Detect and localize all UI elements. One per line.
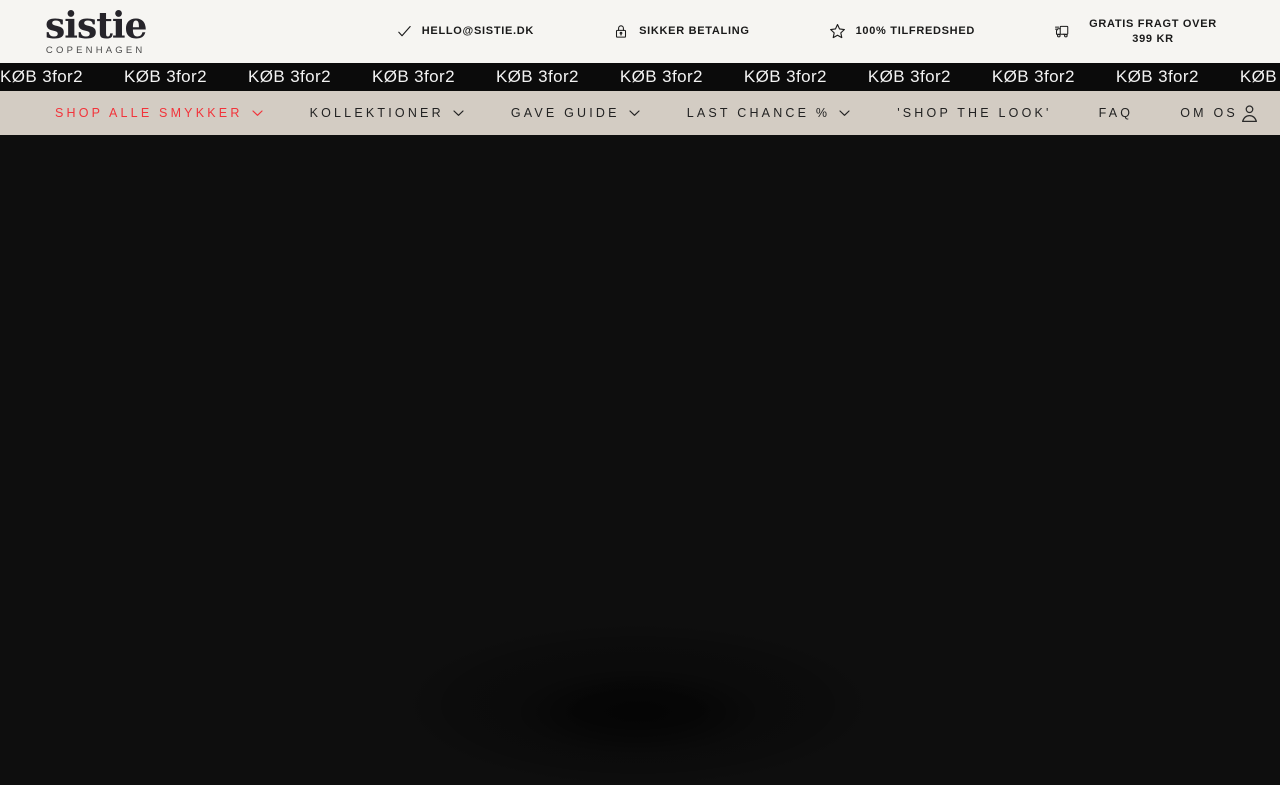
- promo-marquee-item: KØB 3for2: [619, 67, 703, 86]
- nav-item-shop-alle-smykker[interactable]: SHOP ALLE SMYKKER: [55, 106, 263, 120]
- nav-item-kollektioner[interactable]: KOLLEKTIONER: [310, 106, 464, 120]
- nav-item-faq[interactable]: FAQ: [1099, 106, 1134, 120]
- hero-image: [0, 135, 1280, 785]
- usp-item: GRATIS FRAGT OVER 399 KR: [1053, 17, 1224, 47]
- truck-icon: [1054, 25, 1069, 38]
- promo-marquee-item: KØB 3for2: [247, 67, 331, 86]
- checkmark-icon: [398, 25, 411, 37]
- logo-brand: sistie: [45, 4, 147, 47]
- content-below: [0, 785, 1280, 800]
- usp-label: 100% TILFREDSHED: [855, 25, 975, 38]
- page: sistie COPENHAGEN HELLO@SISTIE.DK SIKKER…: [0, 0, 1280, 800]
- nav-item-label: FAQ: [1098, 106, 1134, 120]
- nav-item-shop-the-look[interactable]: 'SHOP THE LOOK': [897, 106, 1051, 120]
- nav-item-label: OM OS: [1180, 106, 1238, 120]
- nav-item-label: 'SHOP THE LOOK': [897, 106, 1052, 120]
- logo-subtitle: COPENHAGEN: [45, 44, 146, 56]
- promo-marquee-item: KØB 3for2: [1115, 67, 1199, 86]
- nav-item-label: LAST CHANCE %: [686, 106, 831, 120]
- top-bar: sistie COPENHAGEN HELLO@SISTIE.DK SIKKER…: [0, 0, 1280, 63]
- nav-item-gave-guide[interactable]: GAVE GUIDE: [511, 106, 640, 120]
- padlock-icon: [616, 25, 627, 38]
- usp-item: 100% TILFREDSHED: [828, 22, 975, 41]
- promo-marquee: KØB 3for2 KØB 3for2 KØB 3for2 KØB 3for2 …: [0, 63, 1280, 91]
- nav-icon-group: [1238, 102, 1280, 125]
- usp-item: HELLO@SISTIE.DK: [396, 23, 534, 40]
- account-icon: [1241, 104, 1257, 122]
- main-nav: SHOP ALLE SMYKKER KOLLEKTIONER GAVE GUID…: [0, 91, 1280, 135]
- nav-item-label: SHOP ALLE SMYKKER: [55, 106, 243, 120]
- usp-item: SIKKER BETALING: [612, 22, 750, 41]
- promo-marquee-item: KØB 3for2: [867, 67, 951, 86]
- chevron-down-icon: [839, 110, 850, 117]
- usp-label: HELLO@SISTIE.DK: [421, 25, 535, 38]
- promo-marquee-item: KØB 3for2: [495, 67, 579, 86]
- nav-item-last-chance[interactable]: LAST CHANCE %: [687, 106, 850, 120]
- usp-label: SIKKER BETALING: [639, 25, 750, 38]
- usp-row: HELLO@SISTIE.DK SIKKER BETALING 100% TIL…: [396, 17, 1280, 47]
- chevron-down-icon: [453, 110, 464, 117]
- nav-item-label: GAVE GUIDE: [510, 106, 620, 120]
- chevron-down-icon: [251, 110, 263, 117]
- star-icon: [829, 23, 845, 39]
- promo-marquee-item: KØB 3for2: [0, 67, 83, 86]
- logo[interactable]: sistie COPENHAGEN: [45, 4, 147, 56]
- promo-marquee-item: KØB 3for2: [371, 67, 455, 86]
- usp-label: GRATIS FRAGT OVER 399 KR: [1089, 17, 1217, 45]
- nav-item-om-os[interactable]: OM OS: [1180, 106, 1238, 120]
- nav-links: SHOP ALLE SMYKKER KOLLEKTIONER GAVE GUID…: [55, 106, 1238, 120]
- promo-marquee-item: KØB 3for2: [743, 67, 827, 86]
- promo-marquee-item: KØB 3for2: [123, 67, 207, 86]
- promo-marquee-item: KØB 3for2: [991, 67, 1075, 86]
- chevron-down-icon: [629, 110, 640, 117]
- promo-marquee-item: KØB 3for2: [1239, 67, 1280, 86]
- nav-item-label: KOLLEKTIONER: [309, 106, 444, 120]
